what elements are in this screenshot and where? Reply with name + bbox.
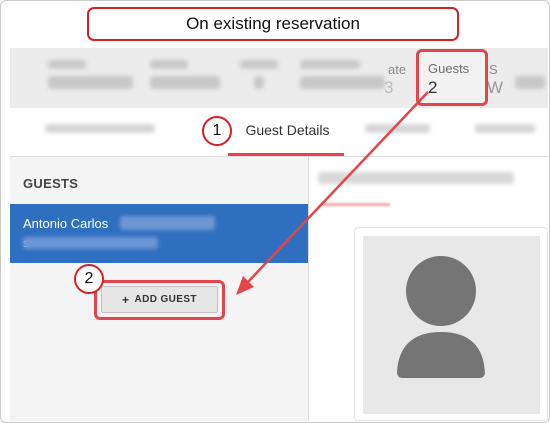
callout-1-number: 1 — [212, 122, 222, 139]
callout-1: 1 — [202, 116, 232, 146]
callout-2: 2 — [74, 264, 104, 294]
annotation-arrow — [236, 91, 429, 295]
callout-2-number: 2 — [84, 270, 94, 287]
